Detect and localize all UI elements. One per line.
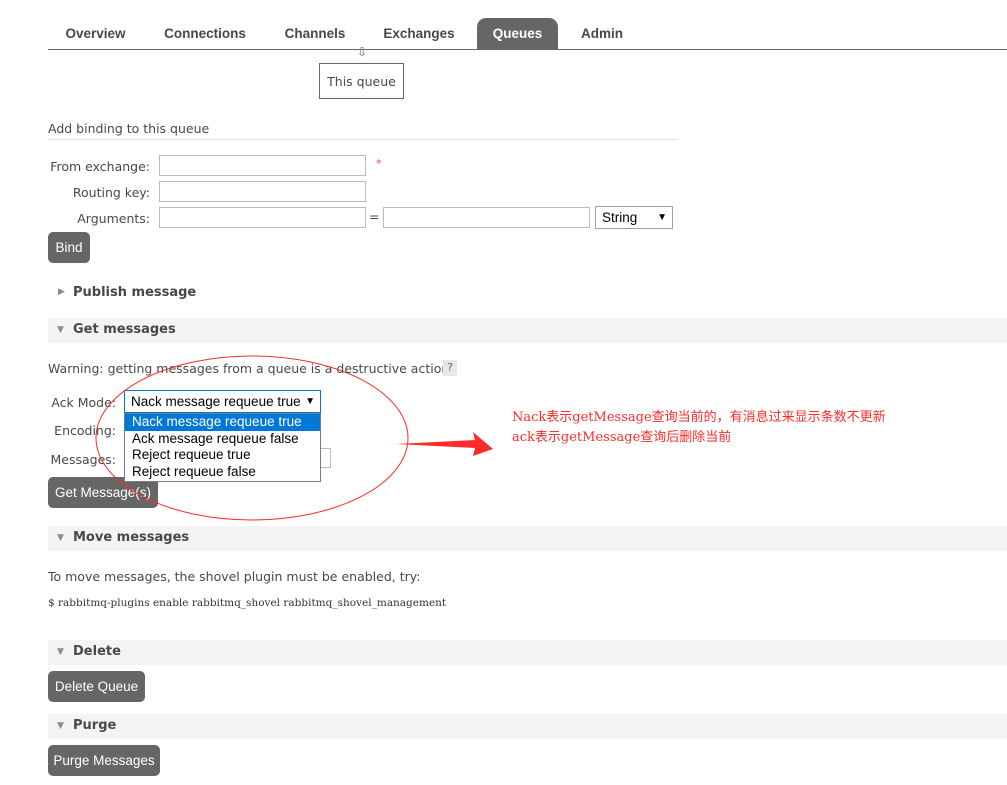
- argument-type-select[interactable]: String ▼: [595, 206, 673, 229]
- arrow-down-icon: ⇩: [357, 45, 368, 59]
- tab-exchanges[interactable]: Exchanges: [367, 18, 471, 49]
- get-messages-section[interactable]: ▼ Get messages: [48, 318, 1007, 343]
- routing-key-label: Routing key:: [72, 185, 150, 200]
- destructive-warning: Warning: getting messages from a queue i…: [48, 361, 454, 376]
- required-mark: *: [376, 157, 382, 170]
- annotation-line-2: ack表示getMessage查询后删除当前: [512, 430, 732, 445]
- ack-mode-select[interactable]: Nack message requeue true ▼: [124, 390, 321, 413]
- ack-mode-value: Nack message requeue true: [131, 394, 301, 409]
- publish-message-section[interactable]: ▶ Publish message: [48, 281, 1007, 306]
- caret-down-icon: ▼: [305, 396, 315, 407]
- messages-label: Messages:: [50, 452, 116, 467]
- ack-mode-dropdown[interactable]: Nack message requeue true Ack message re…: [124, 413, 321, 482]
- delete-section[interactable]: ▼ Delete: [48, 640, 1007, 665]
- encoding-label: Encoding:: [54, 423, 116, 438]
- ack-option[interactable]: Reject requeue false: [125, 464, 320, 481]
- caret-down-icon: ▼: [657, 212, 667, 223]
- section-divider: [48, 139, 678, 140]
- routing-key-input[interactable]: [159, 181, 366, 202]
- ack-option[interactable]: Reject requeue true: [125, 447, 320, 464]
- triangle-down-icon: ▼: [57, 533, 64, 543]
- this-queue-box: This queue: [319, 63, 404, 99]
- shovel-command: $ rabbitmq-plugins enable rabbitmq_shove…: [48, 597, 447, 609]
- triangle-right-icon: ▶: [58, 287, 65, 297]
- from-exchange-label: From exchange:: [50, 159, 150, 174]
- move-messages-section[interactable]: ▼ Move messages: [48, 526, 1007, 551]
- argument-type-value: String: [602, 210, 638, 225]
- purge-title: Purge: [73, 718, 117, 733]
- tab-queues[interactable]: Queues: [477, 18, 558, 49]
- argument-key-input[interactable]: [159, 207, 366, 228]
- move-messages-title: Move messages: [73, 530, 190, 545]
- tab-overview[interactable]: Overview: [48, 18, 143, 49]
- ack-option[interactable]: Ack message requeue false: [125, 431, 320, 448]
- triangle-down-icon: ▼: [57, 721, 64, 731]
- annotation-line-1: Nack表示getMessage查询当前的，有消息过来显示条数不更新: [512, 410, 886, 425]
- ack-option[interactable]: Nack message requeue true: [125, 414, 320, 431]
- ack-mode-label: Ack Mode:: [51, 395, 116, 410]
- publish-message-title: Publish message: [73, 285, 197, 300]
- delete-title: Delete: [73, 644, 121, 659]
- get-messages-title: Get messages: [73, 322, 176, 337]
- bind-button[interactable]: Bind: [48, 232, 90, 263]
- equals-sign: =: [369, 209, 380, 224]
- argument-value-input[interactable]: [383, 207, 590, 228]
- triangle-down-icon: ▼: [57, 325, 64, 335]
- tab-connections[interactable]: Connections: [147, 18, 263, 49]
- delete-queue-button[interactable]: Delete Queue: [48, 671, 145, 702]
- shovel-info: To move messages, the shovel plugin must…: [48, 569, 421, 584]
- help-icon[interactable]: ?: [443, 360, 457, 376]
- purge-section[interactable]: ▼ Purge: [48, 714, 1007, 739]
- tab-admin[interactable]: Admin: [562, 18, 642, 49]
- from-exchange-input[interactable]: [159, 155, 366, 176]
- arguments-label: Arguments:: [77, 211, 150, 226]
- triangle-down-icon: ▼: [57, 647, 64, 657]
- tabbar-underline: [48, 49, 1007, 50]
- purge-messages-button[interactable]: Purge Messages: [48, 745, 160, 776]
- tab-channels[interactable]: Channels: [267, 18, 363, 49]
- annotation-arrow-icon: [396, 432, 493, 456]
- add-binding-title: Add binding to this queue: [48, 121, 210, 136]
